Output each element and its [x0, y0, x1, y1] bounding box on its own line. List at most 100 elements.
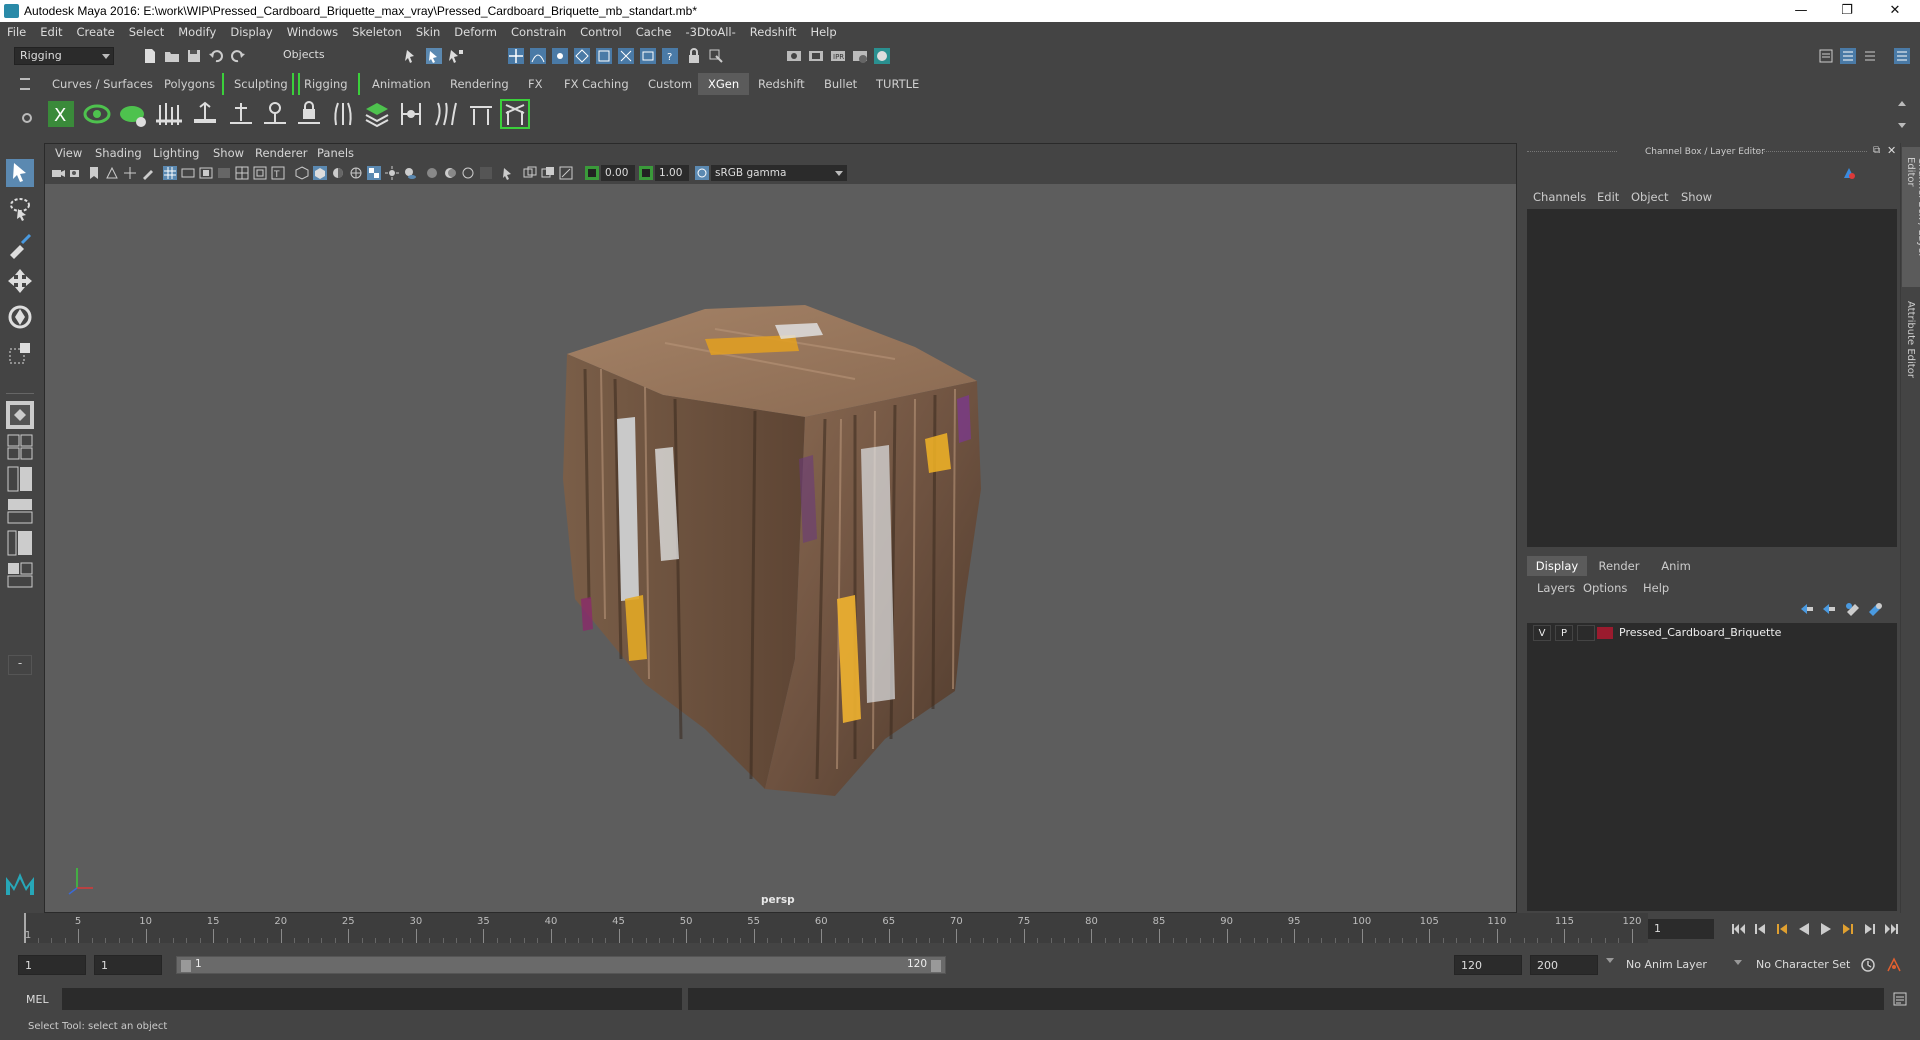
close-panel-icon[interactable]: ✕ — [1887, 144, 1896, 157]
shelf-tab-xgen[interactable]: XGen — [698, 73, 750, 95]
grid-icon[interactable] — [163, 166, 177, 180]
chevron-down-icon[interactable] — [1734, 960, 1742, 965]
persp-outliner-layout-icon[interactable] — [6, 465, 34, 493]
depth-of-field-icon[interactable] — [479, 166, 493, 180]
snap-grid-icon[interactable] — [508, 48, 524, 64]
resolution-gate-icon[interactable] — [199, 166, 213, 180]
viewport-menu-view[interactable]: View — [55, 146, 82, 160]
chevron-down-icon[interactable] — [1606, 958, 1614, 963]
move-tool-icon[interactable] — [6, 267, 34, 295]
xgen-curves-to-guides-icon[interactable] — [362, 99, 392, 129]
snap-live-icon[interactable] — [596, 48, 612, 64]
go-to-start-icon[interactable] — [1730, 921, 1746, 937]
range-slider-end-handle[interactable] — [931, 960, 941, 972]
play-forwards-icon[interactable] — [1818, 921, 1834, 937]
shelf-tab-fx-caching[interactable]: FX Caching — [554, 73, 639, 95]
playback-end-field[interactable]: 120 — [1454, 955, 1522, 975]
viewport-menu-show[interactable]: Show — [213, 146, 244, 160]
range-slider-start-handle[interactable] — [181, 960, 191, 972]
exposure-icon[interactable] — [585, 166, 599, 180]
render-settings-icon[interactable] — [852, 48, 868, 64]
channel-menu-channels[interactable]: Channels — [1533, 190, 1586, 204]
four-view-layout-icon[interactable] — [6, 433, 34, 461]
xray-icon[interactable] — [523, 166, 537, 180]
input-ops-icon[interactable] — [708, 48, 724, 64]
more-layouts-button[interactable]: - — [8, 655, 32, 675]
gamma-field[interactable]: 1.00 — [655, 165, 689, 181]
step-back-key-icon[interactable] — [1752, 921, 1768, 937]
select-tool-icon[interactable] — [6, 159, 34, 187]
move-layer-down-icon[interactable] — [1821, 602, 1837, 616]
minimize-button[interactable]: — — [1778, 0, 1824, 22]
construction-icon[interactable]: ? — [662, 48, 678, 64]
select-hierarchy-icon[interactable] — [404, 48, 420, 64]
scale-tool-icon[interactable] — [6, 339, 34, 367]
image-plane-icon[interactable] — [105, 166, 119, 180]
menu-edit[interactable]: Edit — [33, 22, 69, 43]
safe-action-icon[interactable] — [253, 166, 267, 180]
make-live-icon[interactable] — [618, 48, 634, 64]
playback-start-field[interactable]: 1 — [94, 955, 162, 975]
drag-handle[interactable] — [1527, 151, 1617, 153]
persp-graph-layout-icon[interactable] — [6, 497, 34, 525]
float-panel-icon[interactable]: ⧉ — [1873, 145, 1880, 156]
select-component-icon[interactable] — [448, 48, 464, 64]
layer-menu-layers[interactable]: Layers — [1537, 581, 1575, 595]
time-ruler[interactable]: 1 5 10 15 20 25 30 35 40 45 50 55 60 65 70 75 80 85 90 95 10… — [24, 913, 1648, 943]
viewport-menu-renderer[interactable]: Renderer — [255, 146, 308, 160]
2d-pan-zoom-icon[interactable] — [123, 166, 137, 180]
shelf-tab-animation[interactable]: Animation — [362, 73, 441, 95]
color-management-icon[interactable] — [695, 166, 709, 180]
paint-select-tool-icon[interactable] — [6, 231, 34, 259]
bookmark-icon[interactable] — [87, 166, 101, 180]
shelf-tab-redshift[interactable]: Redshift — [748, 73, 815, 95]
channel-menu-edit[interactable]: Edit — [1597, 190, 1619, 204]
screen-space-ao-icon[interactable] — [425, 166, 439, 180]
hypershade-layout-icon[interactable] — [6, 529, 34, 557]
shelf-tab-rigging[interactable]: Rigging — [292, 73, 360, 95]
channel-menu-show[interactable]: Show — [1681, 190, 1712, 204]
shadows-icon[interactable] — [403, 166, 417, 180]
move-layer-up-icon[interactable] — [1799, 602, 1815, 616]
viewport-menu-panels[interactable]: Panels — [317, 146, 354, 160]
side-tab-channel-box[interactable]: Channel Box / Layer Editor — [1902, 147, 1920, 287]
layer-tab-anim[interactable]: Anim — [1651, 556, 1701, 576]
xgen-lock-guides-icon[interactable] — [294, 99, 324, 129]
shelf-tab-fx[interactable]: FX — [518, 73, 553, 95]
view-transform-dropdown[interactable]: sRGB gamma — [711, 165, 847, 181]
xray-active-components-icon[interactable] — [541, 166, 555, 180]
xgen-selected-tool-icon[interactable] — [500, 99, 530, 129]
layer-visibility-toggle[interactable]: V — [1533, 625, 1551, 641]
step-forward-frame-icon[interactable] — [1840, 921, 1856, 937]
layer-type-toggle[interactable] — [1577, 625, 1595, 641]
rotate-tool-icon[interactable] — [6, 303, 34, 331]
lasso-tool-icon[interactable] — [6, 195, 34, 223]
menu-skeleton[interactable]: Skeleton — [345, 22, 409, 43]
save-scene-icon[interactable] — [186, 48, 202, 64]
xgen-create-description-icon[interactable] — [118, 99, 148, 129]
snap-view-plane-icon[interactable] — [574, 48, 590, 64]
wireframe-icon[interactable] — [295, 166, 309, 180]
textured-icon[interactable] — [367, 166, 381, 180]
smooth-shade-icon[interactable] — [313, 166, 327, 180]
layer-name[interactable]: Pressed_Cardboard_Briquette — [1619, 626, 1781, 639]
menu-deform[interactable]: Deform — [447, 22, 504, 43]
menu-cache[interactable]: Cache — [629, 22, 679, 43]
xgen-interactive-groom-icon[interactable] — [396, 99, 426, 129]
current-frame-field[interactable]: 1 — [1648, 919, 1714, 939]
film-gate-icon[interactable] — [181, 166, 195, 180]
script-editor-icon[interactable] — [1892, 991, 1908, 1007]
shelf-menu-icon[interactable] — [20, 78, 30, 90]
snap-point-icon[interactable] — [552, 48, 568, 64]
step-forward-key-icon[interactable] — [1862, 921, 1878, 937]
layer-menu-help[interactable]: Help — [1643, 581, 1669, 595]
auto-key-icon[interactable] — [1860, 957, 1876, 973]
layer-row[interactable]: V P Pressed_Cardboard_Briquette — [1533, 625, 1897, 643]
shelf-tab-curves-surfaces[interactable]: Curves / Surfaces — [42, 73, 163, 95]
shelf-tab-turtle[interactable]: TURTLE — [866, 73, 929, 95]
hypershade-icon[interactable] — [874, 48, 890, 64]
menu-display[interactable]: Display — [223, 22, 279, 43]
safe-title-icon[interactable]: T — [271, 166, 285, 180]
render-current-icon[interactable] — [808, 48, 824, 64]
undo-icon[interactable] — [208, 48, 224, 64]
